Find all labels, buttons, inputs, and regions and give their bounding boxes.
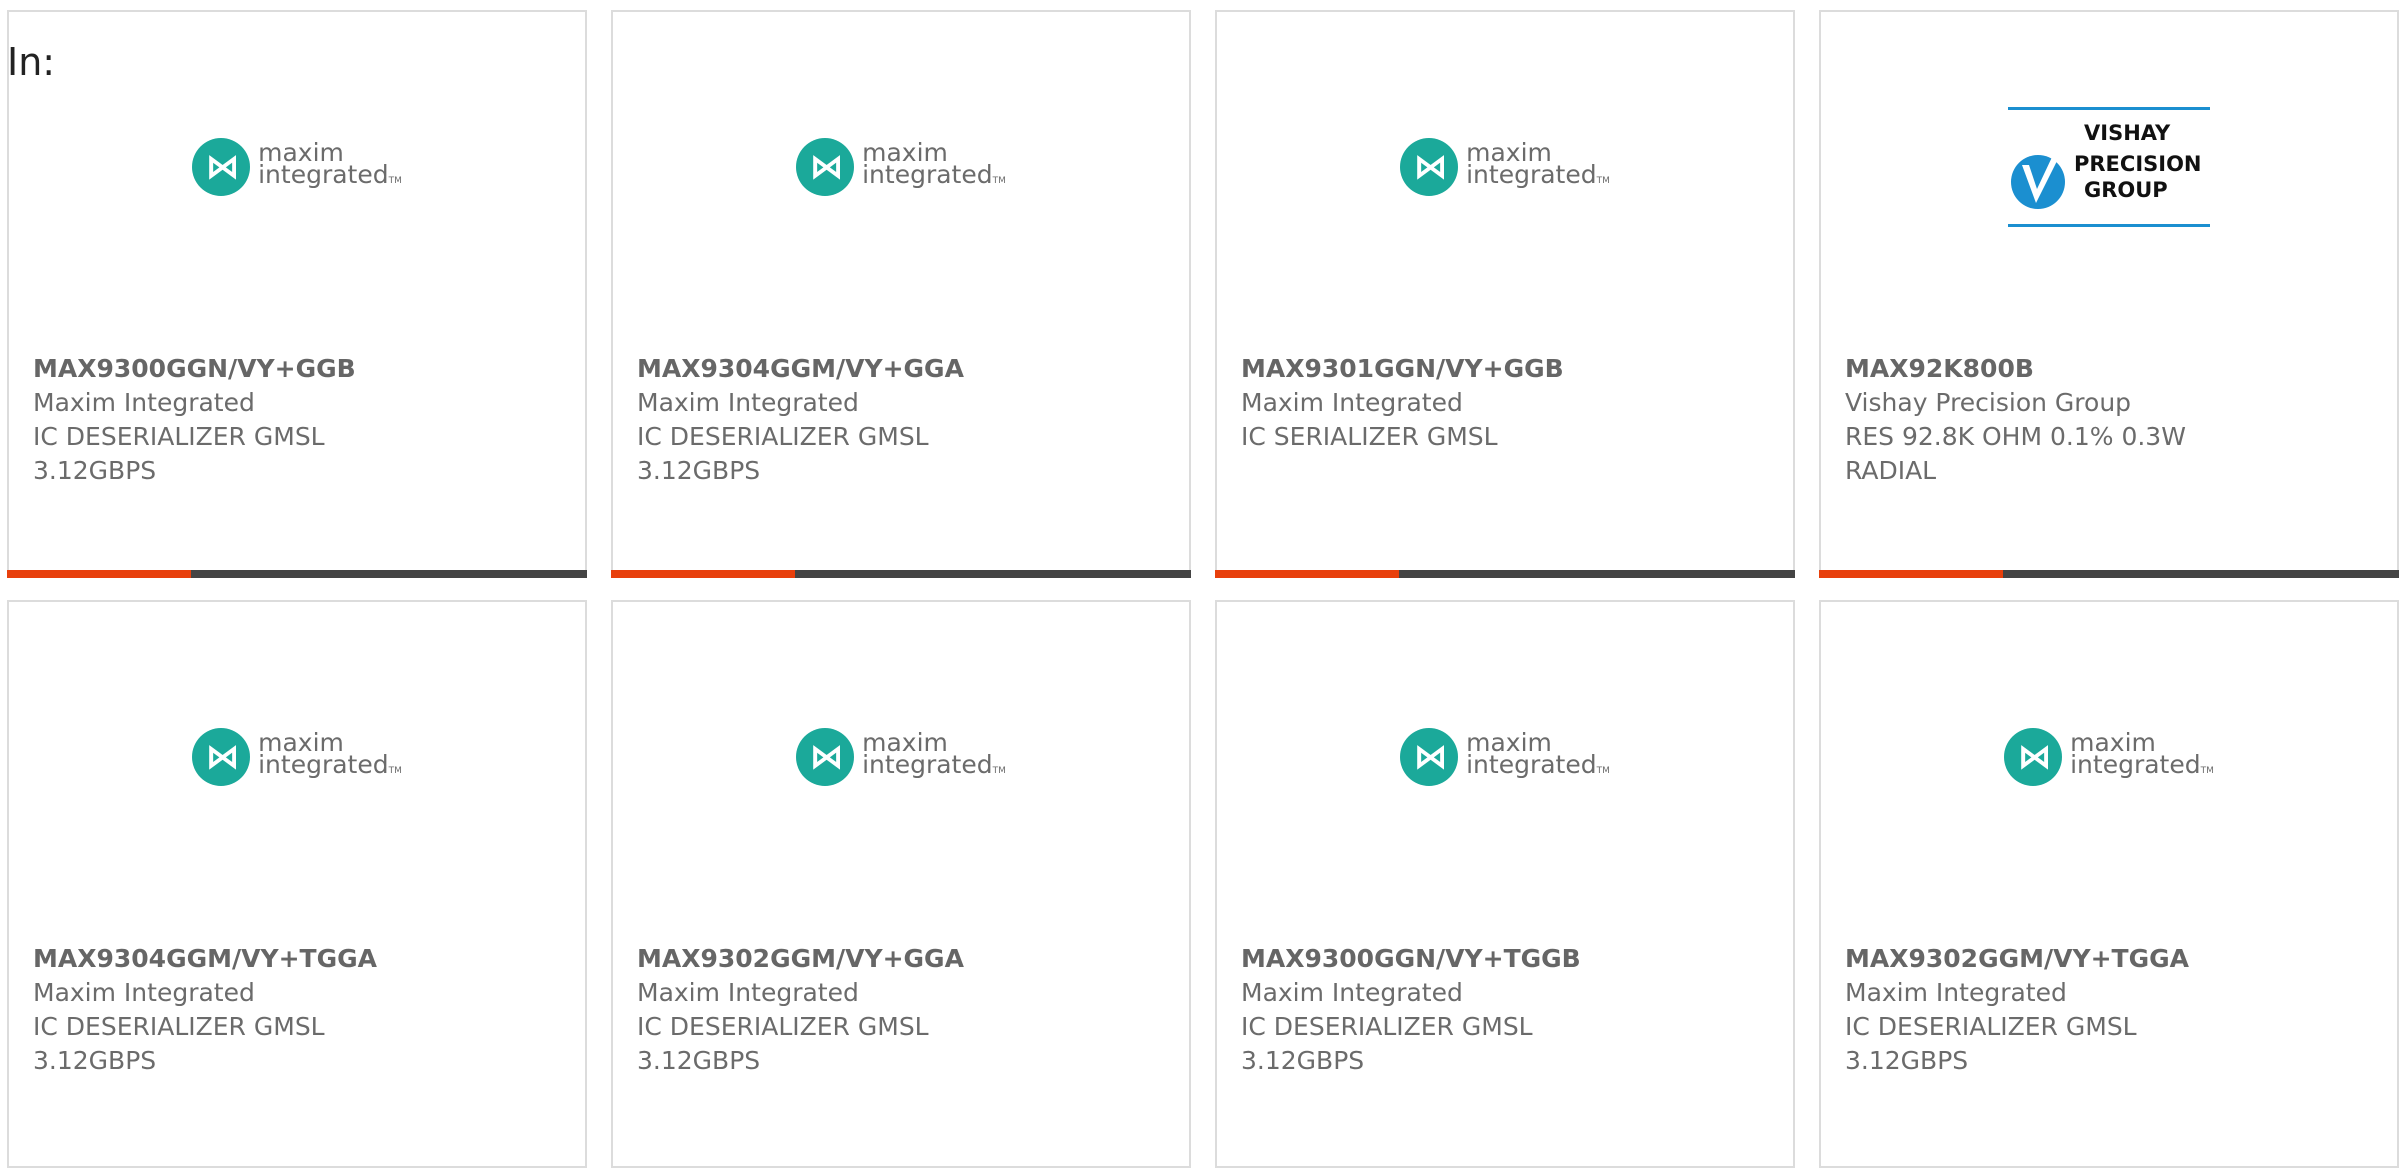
manufacturer-logo: ⋈ maxim integratedTM [9, 102, 585, 232]
maxim-logo-tm: TM [1596, 766, 1610, 776]
product-info: MAX92K800B Vishay Precision Group RES 92… [1845, 352, 2377, 488]
card-accent-bar [1215, 570, 1795, 578]
manufacturer-logo: ⋈ maxim integratedTM [1217, 102, 1793, 232]
manufacturer-logo: ⋈ maxim integratedTM [613, 102, 1189, 232]
product-description-line2: 3.12GBPS [33, 1046, 157, 1075]
maxim-integrated-logo: ⋈ maxim integratedTM [2004, 728, 2214, 786]
part-number[interactable]: MAX9304GGM/VY+TGGA [33, 942, 565, 976]
maxim-logo-line2: integrated [2070, 750, 2201, 779]
product-description-line2: 3.12GBPS [637, 456, 761, 485]
manufacturer-name: Maxim Integrated [637, 978, 859, 1007]
maxim-logo-icon: ⋈ [1400, 728, 1459, 786]
product-card[interactable]: VISHAY PRECISION GROUP MAX92K800B Vishay… [1819, 10, 2399, 578]
in-label: In: [7, 40, 56, 84]
manufacturer-name: Maxim Integrated [1845, 978, 2067, 1007]
maxim-logo-line2: integrated [862, 160, 993, 189]
maxim-integrated-logo: ⋈ maxim integratedTM [796, 138, 1006, 196]
maxim-logo-icon: ⋈ [796, 728, 855, 786]
part-number[interactable]: MAX9300GGN/VY+GGB [33, 352, 565, 386]
product-info: MAX9302GGM/VY+TGGA Maxim Integrated IC D… [1845, 942, 2377, 1078]
manufacturer-name: Maxim Integrated [33, 978, 255, 1007]
maxim-logo-icon: ⋈ [192, 138, 251, 196]
product-card[interactable]: ⋈ maxim integratedTM MAX9302GGM/VY+GGA Ma… [611, 600, 1191, 1168]
maxim-integrated-logo: ⋈ maxim integratedTM [1400, 728, 1610, 786]
product-card[interactable]: ⋈ maxim integratedTM MAX9304GGM/VY+TGGA M… [7, 600, 587, 1168]
product-description-line1: IC DESERIALIZER GMSL [1845, 1012, 2137, 1041]
product-description-line1: RES 92.8K OHM 0.1% 0.3W [1845, 422, 2186, 451]
maxim-logo-line2: integrated [1466, 160, 1597, 189]
card-accent-highlight [611, 570, 795, 578]
vishay-logo-line2: PRECISION [2074, 152, 2202, 176]
product-description-line1: IC DESERIALIZER GMSL [33, 1012, 325, 1041]
part-number[interactable]: MAX9302GGM/VY+GGA [637, 942, 1169, 976]
product-description-line1: IC DESERIALIZER GMSL [637, 1012, 929, 1041]
part-number[interactable]: MAX9302GGM/VY+TGGA [1845, 942, 2377, 976]
part-number[interactable]: MAX9304GGM/VY+GGA [637, 352, 1169, 386]
card-accent-highlight [1215, 570, 1399, 578]
manufacturer-logo: ⋈ maxim integratedTM [613, 692, 1189, 822]
product-info: MAX9300GGN/VY+TGGB Maxim Integrated IC D… [1241, 942, 1773, 1078]
product-card[interactable]: ⋈ maxim integratedTM MAX9300GGN/VY+TGGB M… [1215, 600, 1795, 1168]
manufacturer-name: Maxim Integrated [1241, 388, 1463, 417]
maxim-logo-tm: TM [992, 176, 1006, 186]
maxim-logo-tm: TM [2200, 766, 2214, 776]
maxim-logo-tm: TM [388, 766, 402, 776]
maxim-logo-tm: TM [992, 766, 1006, 776]
manufacturer-logo: ⋈ maxim integratedTM [1821, 692, 2397, 822]
manufacturer-logo: ⋈ maxim integratedTM [9, 692, 585, 822]
card-accent-bar [1819, 570, 2399, 578]
product-card[interactable]: ⋈ maxim integratedTM MAX9301GGN/VY+GGB Ma… [1215, 10, 1795, 578]
product-description-line1: IC DESERIALIZER GMSL [637, 422, 929, 451]
product-description-line2: 3.12GBPS [33, 456, 157, 485]
maxim-integrated-logo: ⋈ maxim integratedTM [796, 728, 1006, 786]
product-info: MAX9304GGM/VY+GGA Maxim Integrated IC DE… [637, 352, 1169, 488]
manufacturer-logo: VISHAY PRECISION GROUP [1821, 102, 2397, 232]
maxim-logo-icon: ⋈ [1400, 138, 1459, 196]
maxim-logo-line2: integrated [1466, 750, 1597, 779]
card-accent-bar [7, 570, 587, 578]
product-description-line1: IC DESERIALIZER GMSL [33, 422, 325, 451]
part-number[interactable]: MAX9301GGN/VY+GGB [1241, 352, 1773, 386]
maxim-logo-line2: integrated [862, 750, 993, 779]
card-accent-highlight [7, 570, 191, 578]
product-card[interactable]: ⋈ maxim integratedTM MAX9302GGM/VY+TGGA M… [1819, 600, 2399, 1168]
product-info: MAX9302GGM/VY+GGA Maxim Integrated IC DE… [637, 942, 1169, 1078]
maxim-logo-tm: TM [388, 176, 402, 186]
product-card[interactable]: ⋈ maxim integratedTM MAX9300GGN/VY+GGB Ma… [7, 10, 587, 578]
manufacturer-name: Maxim Integrated [637, 388, 859, 417]
product-info: MAX9300GGN/VY+GGB Maxim Integrated IC DE… [33, 352, 565, 488]
product-description-line2: RADIAL [1845, 456, 1937, 485]
maxim-integrated-logo: ⋈ maxim integratedTM [192, 138, 402, 196]
product-card[interactable]: ⋈ maxim integratedTM MAX9304GGM/VY+GGA Ma… [611, 10, 1191, 578]
maxim-logo-icon: ⋈ [2004, 728, 2063, 786]
manufacturer-name: Vishay Precision Group [1845, 388, 2132, 417]
manufacturer-name: Maxim Integrated [33, 388, 255, 417]
maxim-logo-icon: ⋈ [192, 728, 251, 786]
card-accent-bar [611, 570, 1191, 578]
vishay-precision-group-logo: VISHAY PRECISION GROUP [2008, 105, 2210, 229]
maxim-logo-icon: ⋈ [796, 138, 855, 196]
product-info: MAX9301GGN/VY+GGB Maxim Integrated IC SE… [1241, 352, 1773, 454]
product-info: MAX9304GGM/VY+TGGA Maxim Integrated IC D… [33, 942, 565, 1078]
product-description-line2: 3.12GBPS [1241, 1046, 1365, 1075]
product-description-line1: IC DESERIALIZER GMSL [1241, 1012, 1533, 1041]
maxim-integrated-logo: ⋈ maxim integratedTM [1400, 138, 1610, 196]
maxim-logo-line2: integrated [258, 750, 389, 779]
part-number[interactable]: MAX92K800B [1845, 352, 2377, 386]
part-number[interactable]: MAX9300GGN/VY+TGGB [1241, 942, 1773, 976]
product-description-line2: 3.12GBPS [1845, 1046, 1969, 1075]
maxim-logo-line2: integrated [258, 160, 389, 189]
card-accent-highlight [1819, 570, 2003, 578]
maxim-logo-tm: TM [1596, 176, 1610, 186]
vishay-logo-line3: GROUP [2084, 178, 2168, 202]
maxim-integrated-logo: ⋈ maxim integratedTM [192, 728, 402, 786]
product-description-line2: 3.12GBPS [637, 1046, 761, 1075]
manufacturer-name: Maxim Integrated [1241, 978, 1463, 1007]
product-grid: ⋈ maxim integratedTM MAX9300GGN/VY+GGB Ma… [7, 10, 2399, 1168]
manufacturer-logo: ⋈ maxim integratedTM [1217, 692, 1793, 822]
product-description-line1: IC SERIALIZER GMSL [1241, 422, 1498, 451]
vishay-logo-line1: VISHAY [2084, 121, 2171, 145]
